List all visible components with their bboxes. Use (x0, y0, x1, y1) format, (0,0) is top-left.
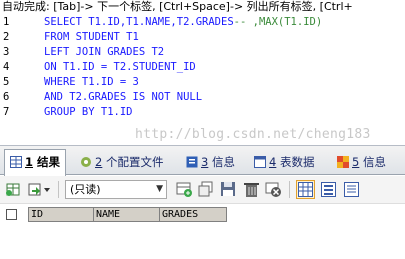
line-number: 6 (3, 91, 10, 103)
code-keyword: WHERE T1.ID = 3 (44, 76, 139, 88)
sql-editor[interactable]: 1 SELECT T1.ID,T1.NAME,T2.GRADES-- ,MAX(T… (0, 14, 405, 145)
export-icon[interactable] (5, 181, 22, 198)
info-icon (186, 152, 198, 168)
tab-num: 2 (95, 155, 103, 169)
code-text: AND T2.GRADES IS NOT NULL (44, 90, 202, 105)
line-number: 1 (3, 16, 10, 28)
select-all-checkbox[interactable] (6, 209, 17, 220)
column-header-name[interactable]: NAME (93, 207, 160, 222)
tab-profiles[interactable]: 2 个配置文件 (80, 150, 163, 174)
result-tabs: 1 结果 2 个配置文件 3 信息 4 表数据 5 信息 (0, 145, 405, 176)
code-line[interactable]: 5 WHERE T1.ID = 3 (0, 75, 405, 90)
grid-icon (10, 152, 22, 168)
save-icon[interactable] (220, 181, 237, 198)
delete-icon[interactable] (243, 181, 260, 198)
code-text: ON T1.ID = T2.STUDENT_ID (44, 60, 196, 75)
code-keyword: SELECT T1.ID,T1.NAME,T2.GRADES (44, 16, 234, 28)
tab-label: 信息 (211, 155, 235, 169)
text-view-icon[interactable] (343, 181, 360, 198)
toolbar-divider (289, 181, 290, 198)
line-number: 3 (3, 46, 10, 58)
chevron-down-icon: ▼ (156, 184, 163, 194)
toolbar-divider (58, 181, 59, 198)
code-keyword: FROM STUDENT T1 (44, 31, 139, 43)
tab-num: 3 (201, 155, 209, 169)
watermark-text: http://blog.csdn.net/cheng183 (135, 127, 371, 142)
line-number: 7 (3, 106, 10, 118)
code-line[interactable]: 3 LEFT JOIN GRADES T2 (0, 45, 405, 60)
tab-label: 结果 (37, 155, 61, 169)
autocomplete-hint: 自动完成: [Tab]-> 下一个标签, [Ctrl+Space]-> 列出所有… (2, 0, 353, 13)
duplicate-row-icon[interactable] (198, 181, 215, 198)
code-text: WHERE T1.ID = 3 (44, 75, 139, 90)
tab-num: 1 (25, 155, 34, 169)
code-keyword: ON T1.ID = T2.STUDENT_ID (44, 61, 196, 73)
profile-icon (80, 152, 92, 167)
readonly-select[interactable]: (只读) ▼ (65, 180, 167, 199)
tab-num: 4 (269, 155, 277, 169)
code-line[interactable]: 2 FROM STUDENT T1 (0, 30, 405, 45)
tab-num: 5 (352, 155, 360, 169)
code-line[interactable]: 7 GROUP BY T1.ID (0, 105, 405, 120)
code-text: FROM STUDENT T1 (44, 30, 139, 45)
import-dropdown-icon[interactable] (27, 181, 53, 198)
tab-info-2[interactable]: 5 信息 (337, 150, 386, 174)
code-line[interactable]: 1 SELECT T1.ID,T1.NAME,T2.GRADES-- ,MAX(T… (0, 15, 405, 30)
code-line[interactable]: 6 AND T2.GRADES IS NOT NULL (0, 90, 405, 105)
line-number: 4 (3, 61, 10, 73)
code-line[interactable]: 4 ON T1.ID = T2.STUDENT_ID (0, 60, 405, 75)
column-header-id[interactable]: ID (28, 207, 94, 222)
table-icon (254, 152, 266, 168)
tab-info[interactable]: 3 信息 (186, 150, 235, 174)
code-text: GROUP BY T1.ID (44, 105, 133, 120)
result-grid[interactable]: ID NAME GRADES (0, 204, 405, 259)
column-header-grades[interactable]: GRADES (159, 207, 227, 222)
tab-label: 信息 (362, 155, 386, 169)
info-icon (337, 152, 349, 168)
line-number: 2 (3, 31, 10, 43)
tab-label: 表数据 (279, 155, 315, 169)
result-toolbar: (只读) ▼ (0, 176, 405, 204)
tab-results[interactable]: 1 结果 (4, 149, 66, 176)
code-comment: -- ,MAX(T1.ID) (233, 16, 323, 28)
grid-view-icon[interactable] (296, 180, 315, 199)
form-view-icon[interactable] (320, 181, 337, 198)
code-text: SELECT T1.ID,T1.NAME,T2.GRADES-- ,MAX(T1… (44, 15, 322, 30)
code-keyword: LEFT JOIN GRADES T2 (44, 46, 165, 58)
line-number: 5 (3, 76, 10, 88)
code-text: LEFT JOIN GRADES T2 (44, 45, 164, 60)
select-value: (只读) (70, 183, 101, 196)
cancel-icon[interactable] (265, 181, 282, 198)
code-keyword: GROUP BY T1.ID (44, 106, 133, 118)
add-row-icon[interactable] (176, 181, 193, 198)
tab-table-data[interactable]: 4 表数据 (254, 150, 314, 174)
code-keyword: AND T2.GRADES IS NOT NULL (44, 91, 203, 103)
tab-label: 个配置文件 (105, 155, 164, 169)
